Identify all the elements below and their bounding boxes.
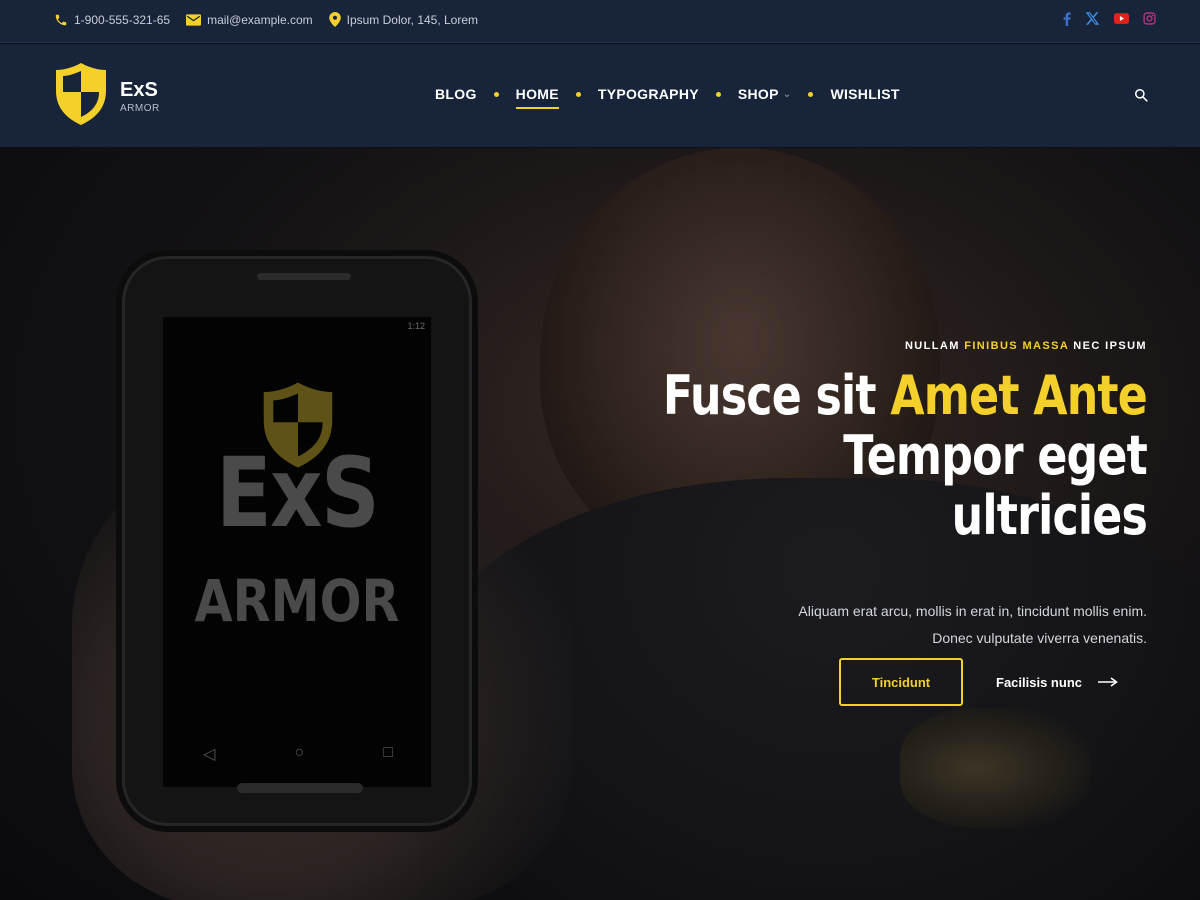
location-pin-icon [328,12,341,27]
facilisis-link-label: Facilisis nunc [996,674,1082,690]
eyebrow-post: NEC IPSUM [1068,340,1147,352]
search-icon[interactable] [1134,88,1148,107]
facebook-icon[interactable] [1063,11,1071,26]
x-icon[interactable] [1085,11,1100,26]
contact-info: 1-900-555-321-65 mail@example.com Ipsum … [54,12,478,27]
tincidunt-button[interactable]: Tincidunt [839,658,964,706]
mail-icon [186,13,202,26]
hero-content: NULLAM FINIBUS MASSA NEC IPSUM Fusce sit… [547,340,1148,652]
nav-item-home[interactable]: HOME [515,86,560,109]
instagram-icon[interactable] [1143,12,1156,25]
hero-headline: Fusce sit Amet Ante Tempor eget ultricie… [655,364,1148,547]
description-line2: Donec vulputate viverra venenatis. [932,630,1147,646]
hero-cta-row: Tincidunt Facilisis nunc [839,658,1118,706]
contact-phone[interactable]: 1-900-555-321-65 [54,13,170,27]
nav-item-wishlist[interactable]: WISHLIST [830,86,899,102]
phone-brand-line2: ARMOR [194,567,400,635]
chevron-down-icon: ⌄ [782,88,792,100]
main-nav: BLOG HOME TYPOGRAPHY SHOP ⌄ WISHLIST [435,86,900,109]
eyebrow-highlight: FINIBUS MASSA [964,340,1069,352]
contact-email[interactable]: mail@example.com [186,13,313,27]
logo-text: ExS ARMOR [120,79,160,115]
phone-number: 1-900-555-321-65 [74,12,171,27]
phone-status-time: 1:12 [407,321,425,331]
phone-icon [54,13,68,27]
nav-item-blog[interactable]: BLOG [435,86,477,102]
top-bar: 1-900-555-321-65 mail@example.com Ipsum … [0,0,1200,43]
brand-name: ExS [120,78,158,101]
eyebrow-pre: NULLAM [904,340,965,352]
site-header: ExS ARMOR BLOG HOME TYPOGRAPHY SHOP ⌄ WI… [0,44,1200,148]
hero-eyebrow: NULLAM FINIBUS MASSA NEC IPSUM [547,340,1147,352]
facilisis-link[interactable]: Facilisis nunc [996,675,1118,690]
nav-separator [808,91,814,97]
social-links [1063,11,1156,26]
phone-bottom-bar [237,783,363,793]
shield-logo-icon [54,61,108,132]
back-icon: ◁ [203,746,216,763]
headline-line1-highlight: Amet Ante [890,364,1147,427]
description-line1: Aliquam erat arcu, mollis in erat in, ti… [798,603,1147,619]
nav-item-typography[interactable]: TYPOGRAPHY [598,86,699,102]
youtube-icon[interactable] [1114,13,1129,24]
nav-separator [493,91,499,97]
nav-separator [715,91,721,97]
nav-separator [575,91,581,97]
hero-description: Aliquam erat arcu, mollis in erat in, ti… [547,598,1147,652]
hero-section: 1:12 ExS ARMOR ◁ ○ □ NULLAM FINIBUS MASS… [0,148,1200,900]
site-logo[interactable]: ExS ARMOR [54,61,160,132]
phone-nav-buttons: ◁ ○ □ [203,744,393,764]
hero-background-badge [900,708,1090,828]
recents-square-icon: □ [383,744,393,761]
headline-line1-pre: Fusce sit [662,364,891,427]
hero-phone-image: 1:12 ExS ARMOR ◁ ○ □ [122,256,472,826]
address-text: Ipsum Dolor, 145, Lorem [346,12,479,27]
email-address: mail@example.com [207,12,313,27]
contact-address: Ipsum Dolor, 145, Lorem [328,12,479,27]
home-circle-icon: ○ [294,744,305,761]
phone-brand-line1: ExS [215,437,380,549]
nav-item-shop[interactable]: SHOP ⌄ [738,86,792,102]
arrow-right-icon [1098,675,1118,690]
headline-line2: Tempor eget ultricies [843,424,1148,547]
phone-screen: 1:12 ExS ARMOR [163,317,431,787]
phone-speaker [257,273,351,280]
brand-subtitle: ARMOR [120,102,160,114]
nav-item-shop-label: SHOP [737,86,779,102]
